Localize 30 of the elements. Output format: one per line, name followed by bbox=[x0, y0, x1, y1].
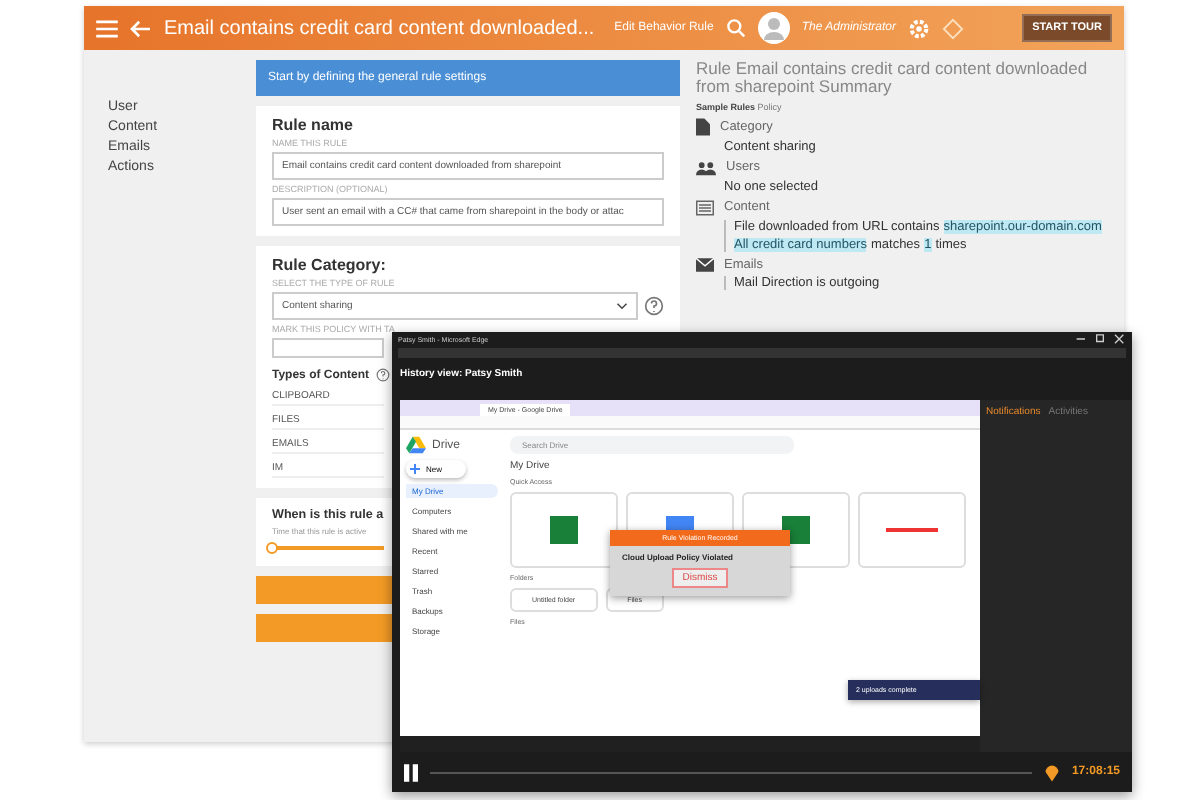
help-icon[interactable] bbox=[644, 296, 664, 316]
blank-button[interactable] bbox=[256, 614, 392, 642]
document-icon bbox=[696, 117, 710, 136]
mail-icon bbox=[696, 257, 714, 272]
slider-handle[interactable] bbox=[266, 542, 278, 554]
search-icon[interactable] bbox=[725, 18, 746, 38]
diamond-icon[interactable] bbox=[941, 17, 964, 39]
help-icon[interactable] bbox=[375, 368, 390, 382]
input-field[interactable] bbox=[272, 338, 384, 358]
window-controls-icon[interactable] bbox=[1074, 334, 1126, 344]
timeline[interactable] bbox=[430, 771, 1032, 773]
file-card[interactable] bbox=[510, 492, 618, 568]
address-bar[interactable] bbox=[400, 416, 980, 430]
plus-icon bbox=[410, 464, 420, 474]
summary-title: Rule Email contains credit card content downloaded from sharepoint Summary bbox=[696, 60, 1090, 98]
list-icon bbox=[696, 199, 714, 216]
menu-icon[interactable] bbox=[96, 19, 118, 37]
file-card[interactable] bbox=[858, 492, 966, 568]
caret-icon bbox=[616, 302, 628, 310]
card-heading: Rule name bbox=[272, 116, 353, 134]
page-title: Email contains credit card content downloaded... bbox=[164, 17, 595, 39]
card-heading: Rule Category: bbox=[272, 256, 386, 274]
marker-icon bbox=[1043, 762, 1060, 782]
drive-logo-icon bbox=[406, 436, 426, 454]
users-icon bbox=[696, 159, 716, 176]
back-arrow-icon[interactable] bbox=[130, 19, 152, 37]
settings-icon[interactable] bbox=[907, 17, 930, 39]
blank-button[interactable] bbox=[256, 576, 392, 604]
pause-icon[interactable] bbox=[404, 763, 418, 781]
avatar-icon[interactable] bbox=[757, 12, 790, 44]
